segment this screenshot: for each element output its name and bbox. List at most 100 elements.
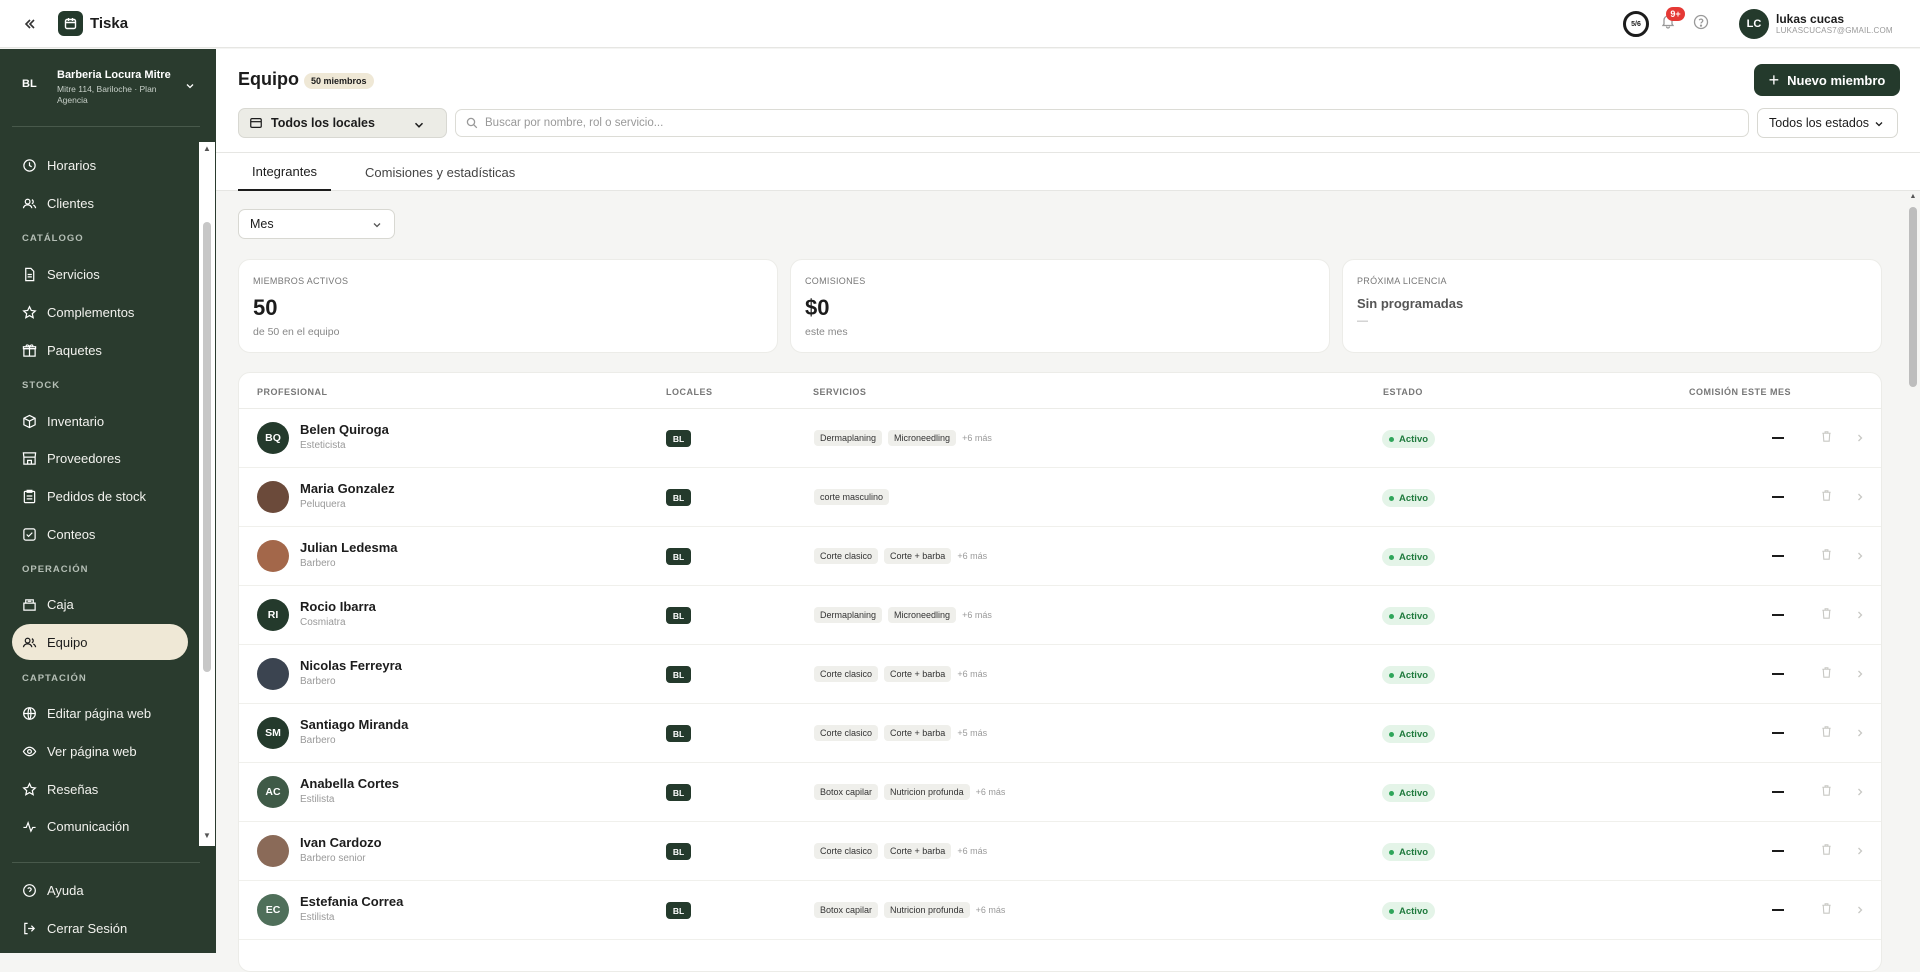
sidebar-item-clientes[interactable]: Clientes — [12, 185, 188, 221]
scroll-up-icon[interactable]: ▲ — [1908, 193, 1918, 200]
team-table: PROFESIONAL LOCALES SERVICIOS ESTADO COM… — [238, 372, 1882, 972]
scroll-up-icon[interactable]: ▲ — [202, 144, 212, 153]
sidebar-item-resenas[interactable]: Reseñas — [12, 771, 188, 807]
professional-name[interactable]: Rocio Ibarra — [300, 599, 376, 614]
table-row[interactable]: EC Estefania Correa Estilista BL Botox c… — [239, 881, 1881, 940]
help-icon[interactable] — [1693, 14, 1711, 32]
sidebar-item-editar-web[interactable]: Editar página web — [12, 695, 188, 731]
table-row[interactable]: AC Anabella Cortes Estilista BL Botox ca… — [239, 763, 1881, 822]
status-label: Activo — [1399, 905, 1429, 917]
status-dot — [1389, 436, 1394, 442]
box-icon — [23, 414, 36, 428]
commission-value — [1772, 850, 1784, 852]
service-chip: Botox capilar — [814, 784, 879, 800]
table-row[interactable]: SM Santiago Miranda Barbero BL Corte cla… — [239, 704, 1881, 763]
table-row[interactable]: Julian Ledesma Barbero BL Corte clasico C… — [239, 527, 1881, 586]
business-selector[interactable]: BL Barberia Locura Mitre Mitre 114, Bari… — [12, 62, 202, 126]
help-link[interactable]: Ayuda — [12, 874, 188, 906]
chevron-right-icon[interactable] — [1854, 726, 1866, 738]
table-row[interactable]: Maria Gonzalez Peluquera BL corte mascul… — [239, 468, 1881, 527]
sidebar-item-label: Inventario — [47, 413, 105, 429]
chevron-right-icon[interactable] — [1854, 667, 1866, 679]
service-chip: Corte + barba — [884, 548, 952, 564]
sidebar-item-equipo[interactable]: Equipo — [12, 624, 188, 660]
setup-progress[interactable]: 5/6 — [1623, 11, 1649, 37]
trash-icon[interactable] — [1820, 843, 1834, 857]
chevron-right-icon[interactable] — [1854, 549, 1866, 561]
stat-subtext: este mes — [805, 326, 848, 338]
page-scroll-thumb[interactable] — [1909, 207, 1917, 387]
chevron-down-icon — [414, 122, 424, 128]
trash-icon[interactable] — [1820, 902, 1834, 916]
status-label: Activo — [1399, 610, 1429, 622]
professional-name[interactable]: Nicolas Ferreyra — [300, 658, 402, 673]
status-filter[interactable]: Todos los estados — [1757, 108, 1898, 138]
sidebar-item-ver-web[interactable]: Ver página web — [12, 733, 188, 769]
sidebar-item-complementos[interactable]: Complementos — [12, 294, 188, 330]
user-name[interactable]: lukas cucas — [1776, 12, 1844, 26]
tab-comisiones[interactable]: Comisiones y estadísticas — [349, 153, 531, 191]
chevron-right-icon[interactable] — [1854, 608, 1866, 620]
status-badge: Activo — [1382, 607, 1436, 625]
sidebar-item-inventario[interactable]: Inventario — [12, 403, 188, 439]
sidebar-item-caja[interactable]: Caja — [12, 586, 188, 622]
sidebar-item-conteos[interactable]: Conteos — [12, 516, 188, 552]
service-chip: Corte clasico — [814, 666, 879, 682]
section-catalogo: CATÁLOGO — [22, 233, 84, 244]
table-row[interactable]: Nicolas Ferreyra Barbero BL Corte clasic… — [239, 645, 1881, 704]
clock-icon — [23, 158, 36, 172]
sidebar-item-comunicacion[interactable]: Comunicación — [12, 808, 188, 844]
scroll-down-icon[interactable]: ▼ — [202, 831, 212, 840]
chevron-right-icon[interactable] — [1854, 785, 1866, 797]
trash-icon[interactable] — [1820, 548, 1834, 562]
table-row[interactable]: BQ Belen Quiroga Esteticista BL Dermapla… — [239, 409, 1881, 468]
collapse-sidebar-icon[interactable] — [18, 12, 42, 36]
stat-card-next-license: PRÓXIMA LICENCIA Sin programadas — — [1342, 259, 1882, 353]
sidebar-item-label: Caja — [47, 596, 74, 612]
logout-label: Cerrar Sesión — [47, 920, 128, 936]
trash-icon[interactable] — [1820, 666, 1834, 680]
new-member-button[interactable]: + Nuevo miembro — [1754, 64, 1900, 96]
search-input[interactable]: Buscar por nombre, rol o servicio... — [455, 109, 1749, 137]
period-filter[interactable]: Mes — [238, 209, 395, 239]
sidebar-scroll-thumb[interactable] — [203, 222, 211, 672]
chevron-right-icon[interactable] — [1854, 844, 1866, 856]
chevron-right-icon[interactable] — [1854, 431, 1866, 443]
status-label: Activo — [1399, 492, 1429, 504]
trash-icon[interactable] — [1820, 489, 1834, 503]
sidebar-item-pedidos[interactable]: Pedidos de stock — [12, 478, 188, 514]
trash-icon[interactable] — [1820, 725, 1834, 739]
store-icon — [250, 118, 262, 128]
more-services: +6 más — [957, 551, 988, 561]
professional-name[interactable]: Belen Quiroga — [300, 422, 389, 437]
sidebar-item-horarios[interactable]: Horarios — [12, 147, 188, 183]
trash-icon[interactable] — [1820, 430, 1834, 444]
professional-role: Estilista — [300, 794, 335, 805]
professional-name[interactable]: Santiago Miranda — [300, 717, 408, 732]
stat-label: PRÓXIMA LICENCIA — [1357, 276, 1447, 286]
professional-role: Barbero — [300, 676, 336, 687]
sidebar-item-paquetes[interactable]: Paquetes — [12, 332, 188, 368]
column-professional[interactable]: PROFESIONAL — [257, 387, 328, 397]
status-label: Activo — [1399, 551, 1429, 563]
sidebar-item-proveedores[interactable]: Proveedores — [12, 440, 188, 476]
stat-label: MIEMBROS ACTIVOS — [253, 276, 349, 286]
trash-icon[interactable] — [1820, 607, 1834, 621]
trash-icon[interactable] — [1820, 784, 1834, 798]
chevron-right-icon[interactable] — [1854, 903, 1866, 915]
location-filter[interactable]: Todos los locales — [238, 108, 447, 138]
status-badge: Activo — [1382, 666, 1436, 684]
table-row[interactable]: RI Rocio Ibarra Cosmiatra BL Dermaplanin… — [239, 586, 1881, 645]
professional-name[interactable]: Maria Gonzalez — [300, 481, 395, 496]
chevron-right-icon[interactable] — [1854, 490, 1866, 502]
status-label: Activo — [1399, 787, 1429, 799]
professional-name[interactable]: Estefania Correa — [300, 894, 403, 909]
logout-link[interactable]: Cerrar Sesión — [12, 912, 188, 944]
table-row[interactable]: Ivan Cardozo Barbero senior BL Corte cla… — [239, 822, 1881, 881]
professional-name[interactable]: Anabella Cortes — [300, 776, 399, 791]
user-avatar[interactable]: LC — [1739, 9, 1769, 39]
professional-name[interactable]: Julian Ledesma — [300, 540, 398, 555]
sidebar-item-servicios[interactable]: Servicios — [12, 256, 188, 292]
tab-integrantes[interactable]: Integrantes — [238, 153, 332, 191]
professional-name[interactable]: Ivan Cardozo — [300, 835, 382, 850]
